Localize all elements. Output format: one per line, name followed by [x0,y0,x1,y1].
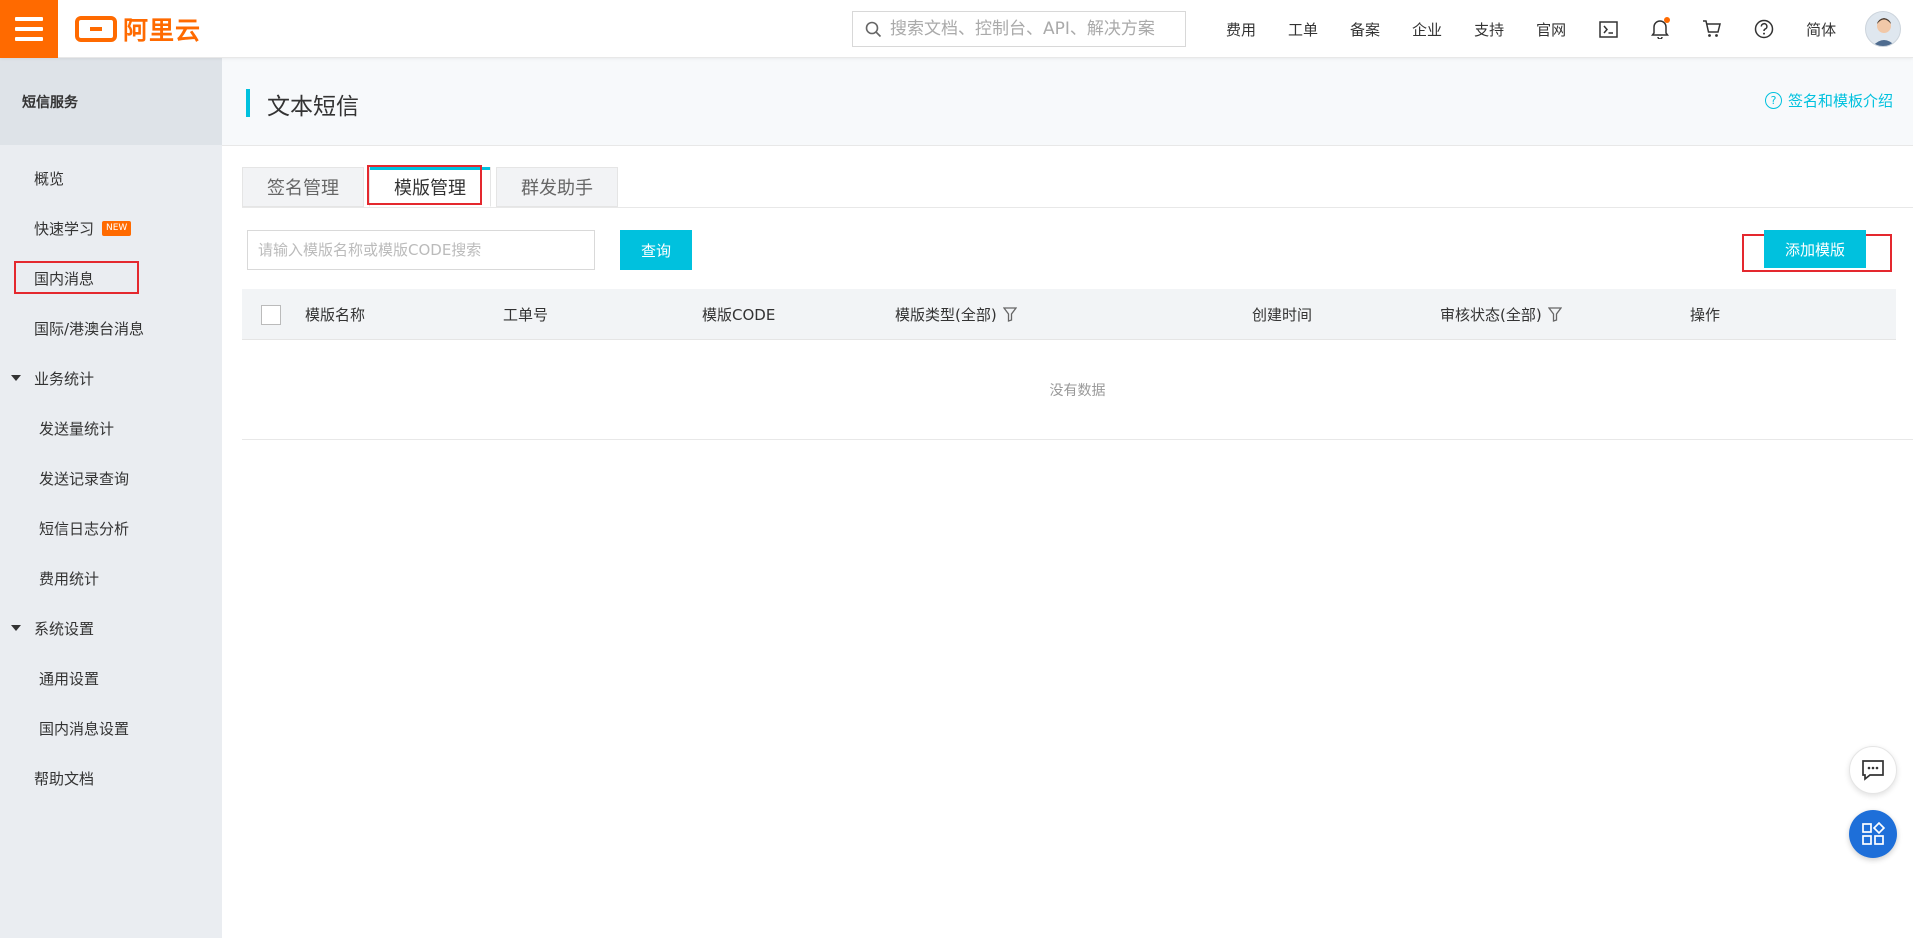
filter-icon[interactable] [1547,307,1562,322]
column-created-time: 创建时间 [1252,289,1312,340]
sidebar-item-send-record-query[interactable]: 发送记录查询 [0,453,222,503]
question-circle-icon: ? [1764,92,1782,109]
top-nav: 费用 工单 备案 企业 支持 官网 简体 [1210,0,1852,58]
tab-label: 群发助手 [521,178,593,199]
global-search-input[interactable] [890,19,1180,39]
title-accent-bar [246,89,250,117]
column-template-code: 模版CODE [702,289,775,340]
sidebar-item-label: 业务统计 [34,369,95,388]
tab-bulk-send-assistant[interactable]: 群发助手 [496,167,618,207]
nav-link-official-site[interactable]: 官网 [1520,19,1582,40]
cart-icon[interactable] [1686,0,1738,58]
sidebar-title: 短信服务 [0,58,222,145]
sidebar-item-general-settings[interactable]: 通用设置 [0,653,222,703]
sidebar-group-business-stats[interactable]: 业务统计 [0,353,222,403]
caret-down-icon [11,625,21,631]
sidebar-item-domestic-messages[interactable]: 国内消息 [0,253,222,303]
column-label: 操作 [1690,306,1721,324]
tab-bar: 签名管理 模版管理 群发助手 [242,165,623,207]
column-label: 模版名称 [305,306,366,324]
sidebar-item-help-docs[interactable]: 帮助文档 [0,753,222,803]
user-avatar[interactable] [1865,11,1901,47]
tab-template-management[interactable]: 模版管理 [367,165,491,207]
sidebar-item-label: 国际/港澳台消息 [34,319,145,338]
table-header: 模版名称 工单号 模版CODE 模版类型(全部) 创建时间 审核状态(全部) 操… [242,289,1896,340]
tab-label: 签名管理 [267,178,339,199]
column-label: 模版类型(全部) [895,306,997,324]
signature-template-intro-link[interactable]: ? 签名和模板介绍 [1764,90,1893,111]
column-label: 工单号 [503,306,549,324]
column-ticket-number: 工单号 [503,289,548,340]
sidebar-item-label: 通用设置 [39,669,100,688]
sidebar-item-domestic-message-settings[interactable]: 国内消息设置 [0,703,222,753]
logo-text: 阿里云 [123,16,202,45]
sidebar-item-international-messages[interactable]: 国际/港澳台消息 [0,303,222,353]
page-title: 文本短信 [267,94,359,120]
aliyun-logo[interactable]: 阿里云 [75,12,201,46]
column-template-type: 模版类型(全部) [895,289,1017,340]
language-switch[interactable]: 简体 [1790,19,1852,40]
nav-link-tickets[interactable]: 工单 [1272,19,1334,40]
sidebar-item-label: 短信日志分析 [39,519,130,538]
sidebar-item-label: 系统设置 [34,619,95,638]
highlight-box [367,165,482,205]
column-template-name: 模版名称 [305,289,365,340]
sidebar-item-label: 快速学习 [34,219,95,238]
highlight-box [14,261,139,294]
select-all-checkbox[interactable] [261,305,281,325]
notification-dot [1664,17,1671,23]
chat-bubble-icon[interactable] [1849,746,1897,794]
nav-link-support[interactable]: 支持 [1458,19,1520,40]
query-button[interactable]: 查询 [620,230,692,270]
sidebar-item-cost-stats[interactable]: 费用统计 [0,553,222,603]
column-label: 创建时间 [1252,306,1313,324]
sidebar-item-label: 发送记录查询 [39,469,130,488]
search-icon [865,21,882,37]
help-link-label: 签名和模板介绍 [1787,92,1893,110]
add-template-button[interactable]: 添加模版 [1764,230,1866,268]
sidebar-item-label: 发送量统计 [39,419,115,438]
sidebar-item-sms-log-analysis[interactable]: 短信日志分析 [0,503,222,553]
filter-icon[interactable] [1002,307,1017,322]
column-label: 模版CODE [702,306,776,324]
top-bar: 阿里云 费用 工单 备案 企业 支持 官网 简体 [0,0,1913,58]
terminal-icon[interactable] [1582,0,1634,58]
sidebar-item-label: 概览 [34,169,65,188]
nav-link-filing[interactable]: 备案 [1334,19,1396,40]
table-empty-state: 没有数据 [242,340,1913,440]
nav-link-fees[interactable]: 费用 [1210,19,1272,40]
sidebar-menu: 概览 快速学习 NEW 国内消息 国际/港澳台消息 业务统计 发送量统计 发送记… [0,145,222,803]
page-header: 文本短信 ? 签名和模板介绍 [222,58,1913,146]
tab-divider [242,207,1913,208]
tab-signature-management[interactable]: 签名管理 [242,167,364,207]
apps-grid-icon[interactable] [1849,810,1897,858]
caret-down-icon [11,375,21,381]
sidebar-group-system-settings[interactable]: 系统设置 [0,603,222,653]
sidebar-item-overview[interactable]: 概览 [0,153,222,203]
column-actions: 操作 [1690,289,1720,340]
sidebar-item-label: 国内消息设置 [39,719,130,738]
new-badge: NEW [102,220,132,236]
hamburger-menu-icon[interactable] [0,0,58,58]
sidebar-item-quick-start[interactable]: 快速学习 NEW [0,203,222,253]
logo-mark-icon [75,16,117,42]
column-review-status: 审核状态(全部) [1440,289,1562,340]
sidebar-item-label: 费用统计 [39,569,100,588]
sidebar-item-label: 帮助文档 [34,769,95,788]
template-search-input[interactable] [247,230,595,270]
sidebar: 短信服务 概览 快速学习 NEW 国内消息 国际/港澳台消息 业务统计 发送量统… [0,58,222,938]
nav-link-enterprise[interactable]: 企业 [1396,19,1458,40]
empty-text: 没有数据 [1049,382,1106,399]
sidebar-item-send-volume-stats[interactable]: 发送量统计 [0,403,222,453]
bell-icon[interactable] [1634,0,1686,58]
global-search[interactable] [852,11,1186,47]
help-icon[interactable] [1738,0,1790,58]
main-content: 文本短信 ? 签名和模板介绍 签名管理 模版管理 群发助手 查询 添加模版 模版… [222,58,1913,938]
column-label: 审核状态(全部) [1440,306,1542,324]
